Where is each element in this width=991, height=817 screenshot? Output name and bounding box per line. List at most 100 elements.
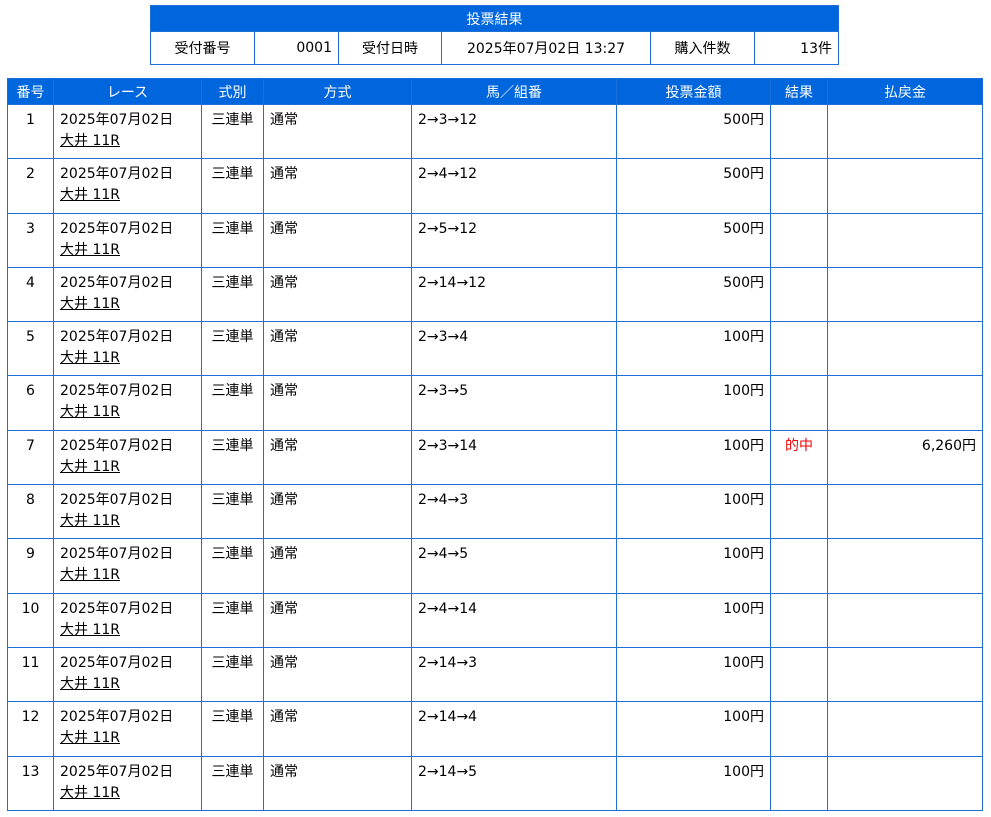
race-date: 2025年07月02日: [60, 546, 174, 563]
column-header-amount: 投票金額: [616, 78, 771, 105]
row-number: 11: [7, 646, 54, 703]
race-link[interactable]: 大井 11R: [60, 240, 195, 261]
table-row: 6 2025年07月02日 大井 11R 三連単 通常 2→3→5 100円: [7, 375, 983, 431]
bet-type: 三連単: [201, 538, 264, 594]
bet-method: 通常: [263, 701, 412, 757]
bet-method: 通常: [263, 538, 412, 594]
payout-amount: 6,260円: [827, 429, 983, 486]
horse-combination: 2→3→12: [411, 103, 617, 160]
race-date: 2025年07月02日: [60, 220, 174, 237]
race-cell: 2025年07月02日 大井 11R: [53, 321, 202, 377]
race-link[interactable]: 大井 11R: [60, 728, 195, 749]
race-date: 2025年07月02日: [60, 654, 174, 671]
result-badge: [770, 484, 828, 540]
row-number: 10: [7, 592, 54, 648]
receipt-number: 0001: [254, 31, 339, 65]
horse-combination: 2→4→14: [411, 592, 617, 648]
race-link[interactable]: 大井 11R: [60, 402, 195, 423]
bet-amount: 100円: [616, 646, 771, 703]
result-badge: [770, 212, 828, 268]
race-link[interactable]: 大井 11R: [60, 565, 195, 586]
table-row: 13 2025年07月02日 大井 11R 三連単 通常 2→14→5 100円: [7, 755, 983, 811]
row-number: 4: [7, 266, 54, 323]
horse-combination: 2→14→12: [411, 266, 617, 323]
column-header-bet-type: 式別: [201, 78, 264, 105]
result-badge: [770, 321, 828, 377]
summary-table: 投票結果 受付番号 0001 受付日時 2025年07月02日 13:27 購入…: [150, 5, 839, 65]
race-link[interactable]: 大井 11R: [60, 620, 195, 641]
result-badge: [770, 755, 828, 811]
receipt-number-label: 受付番号: [150, 31, 255, 65]
race-link[interactable]: 大井 11R: [60, 674, 195, 695]
horse-combination: 2→3→5: [411, 375, 617, 431]
result-badge: [770, 103, 828, 160]
bet-type: 三連単: [201, 212, 264, 268]
horse-combination: 2→5→12: [411, 212, 617, 268]
race-cell: 2025年07月02日大井 11R: [53, 484, 202, 540]
payout-amount: [827, 484, 983, 540]
bet-type: 三連単: [201, 646, 264, 703]
receipt-datetime-label: 受付日時: [338, 31, 442, 65]
bet-type: 三連単: [201, 429, 264, 486]
bet-method: 通常: [263, 646, 412, 703]
horse-combination: 2→14→5: [411, 755, 617, 811]
race-link[interactable]: 大井 11R: [60, 511, 195, 532]
race-link[interactable]: 大井 11R: [60, 185, 195, 206]
table-row: 7 2025年07月02日 大井 11R 三連単 通常 2→3→14 100円 的中 6,260…: [7, 429, 983, 486]
row-number: 2: [7, 158, 54, 214]
payout-amount: [827, 158, 983, 214]
race-link[interactable]: 大井 11R: [60, 457, 195, 478]
race-date: 2025年07月02日: [60, 709, 174, 726]
bet-amount: 100円: [616, 484, 771, 540]
race-link[interactable]: 大井 11R: [60, 783, 195, 804]
column-header-result: 結果: [770, 78, 828, 105]
bet-amount: 500円: [616, 158, 771, 214]
payout-amount: [827, 646, 983, 703]
table-header-row: 番号 レース 式別 方式 馬／組番 投票金額 結果 払戻金: [7, 78, 983, 105]
payout-amount: [827, 755, 983, 811]
payout-amount: [827, 103, 983, 160]
horse-combination: 2→4→3: [411, 484, 617, 540]
bet-type: 三連単: [201, 103, 264, 160]
race-cell: 2025年07月02日大井 11R: [53, 538, 202, 594]
table-row: 11 2025年07月02日 大井 11R 三連単 通常 2→14→3 100円: [7, 646, 983, 703]
bet-method: 通常: [263, 212, 412, 268]
race-link[interactable]: 大井 11R: [60, 131, 195, 152]
row-number: 9: [7, 538, 54, 594]
bet-method: 通常: [263, 592, 412, 648]
result-badge: [770, 158, 828, 214]
bet-type: 三連単: [201, 592, 264, 648]
race-date: 2025年07月02日: [60, 600, 174, 617]
bet-method: 通常: [263, 755, 412, 811]
race-cell: 2025年07月02日 大井 11R: [53, 429, 202, 486]
bet-amount: 500円: [616, 266, 771, 323]
race-cell: 2025年07月02日大井 11R: [53, 158, 202, 214]
bet-method: 通常: [263, 375, 412, 431]
result-badge: [770, 266, 828, 323]
race-cell: 2025年07月02日大井 11R: [53, 646, 202, 703]
bet-amount: 100円: [616, 701, 771, 757]
race-link[interactable]: 大井 11R: [60, 348, 195, 369]
receipt-datetime: 2025年07月02日 13:27: [441, 31, 651, 65]
table-row: 2 2025年07月02日 大井 11R 三連単 通常 2→4→12 500円: [7, 158, 983, 214]
bet-amount: 500円: [616, 103, 771, 160]
race-cell: 2025年07月02日大井 11R: [53, 375, 202, 431]
result-badge: [770, 538, 828, 594]
race-cell: 2025年07月02日大井 11R: [53, 212, 202, 268]
bet-amount: 100円: [616, 321, 771, 377]
bet-type: 三連単: [201, 484, 264, 540]
race-link[interactable]: 大井 11R: [60, 294, 195, 315]
bet-amount: 100円: [616, 538, 771, 594]
bet-method: 通常: [263, 266, 412, 323]
horse-combination: 2→3→14: [411, 429, 617, 486]
row-number: 7: [7, 429, 54, 486]
race-date: 2025年07月02日: [60, 274, 174, 291]
payout-amount: [827, 592, 983, 648]
race-date: 2025年07月02日: [60, 383, 174, 400]
row-number: 5: [7, 321, 54, 377]
race-date: 2025年07月02日: [60, 166, 174, 183]
payout-amount: [827, 266, 983, 323]
bet-type: 三連単: [201, 701, 264, 757]
race-date: 2025年07月02日: [60, 492, 174, 509]
table-row: 1 2025年07月02日 大井 11R 三連単 通常 2→3→12 500円: [7, 103, 983, 160]
